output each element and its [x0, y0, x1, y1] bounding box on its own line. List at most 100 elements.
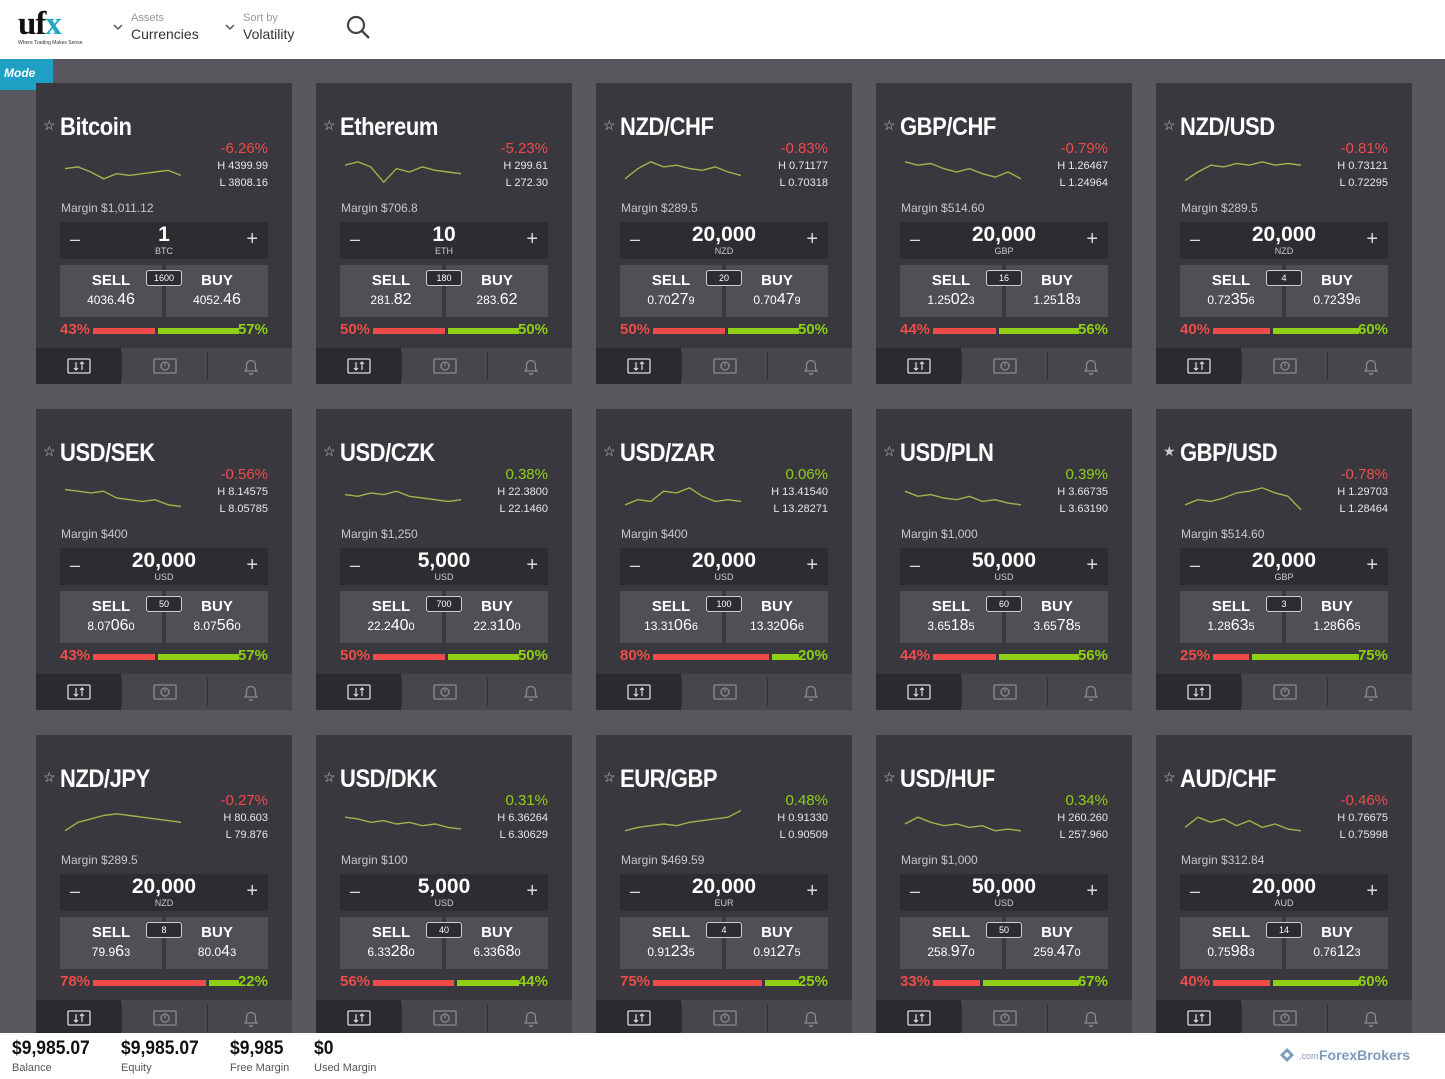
chart-history-tab[interactable] — [122, 1000, 207, 1036]
alert-bell-tab[interactable] — [1328, 348, 1413, 384]
trade-amount[interactable]: 20,000 — [1180, 875, 1388, 899]
trade-arrows-tab[interactable] — [876, 674, 961, 710]
favorite-star-icon[interactable]: ★ — [1163, 443, 1176, 460]
chart-history-tab[interactable] — [682, 348, 767, 384]
favorite-star-icon[interactable]: ☆ — [43, 117, 56, 134]
trade-arrows-tab[interactable] — [316, 674, 401, 710]
increase-quantity-button[interactable]: + — [526, 880, 538, 903]
trade-arrows-tab[interactable] — [316, 348, 401, 384]
increase-quantity-button[interactable]: + — [246, 554, 258, 577]
trade-arrows-tab[interactable] — [876, 348, 961, 384]
favorite-star-icon[interactable]: ☆ — [323, 769, 336, 786]
trade-amount[interactable]: 1 — [60, 223, 268, 247]
favorite-star-icon[interactable]: ☆ — [883, 769, 896, 786]
chart-history-tab[interactable] — [682, 1000, 767, 1036]
trade-arrows-tab[interactable] — [36, 348, 121, 384]
alert-bell-tab[interactable] — [208, 348, 293, 384]
chart-history-tab[interactable] — [122, 348, 207, 384]
favorite-star-icon[interactable]: ☆ — [883, 117, 896, 134]
trade-amount[interactable]: 20,000 — [620, 549, 828, 573]
trade-amount[interactable]: 20,000 — [1180, 549, 1388, 573]
buy-price-main: 0.76 — [1313, 945, 1337, 959]
increase-quantity-button[interactable]: + — [246, 880, 258, 903]
trade-amount[interactable]: 20,000 — [60, 875, 268, 899]
favorite-star-icon[interactable]: ☆ — [1163, 769, 1176, 786]
chart-history-tab[interactable] — [1242, 674, 1327, 710]
increase-quantity-button[interactable]: + — [246, 228, 258, 251]
chart-history-tab[interactable] — [122, 674, 207, 710]
sort-dropdown[interactable]: Sort by Volatility — [225, 12, 315, 44]
trade-arrows-tab[interactable] — [596, 348, 681, 384]
chart-history-tab[interactable] — [402, 348, 487, 384]
favorite-star-icon[interactable]: ☆ — [603, 117, 616, 134]
trade-amount[interactable]: 5,000 — [340, 875, 548, 899]
trade-amount[interactable]: 20,000 — [900, 223, 1108, 247]
favorite-star-icon[interactable]: ☆ — [1163, 117, 1176, 134]
increase-quantity-button[interactable]: + — [1366, 228, 1378, 251]
increase-quantity-button[interactable]: + — [1366, 880, 1378, 903]
card-actions — [316, 348, 572, 384]
trade-amount[interactable]: 50,000 — [900, 549, 1108, 573]
increase-quantity-button[interactable]: + — [806, 880, 818, 903]
favorite-star-icon[interactable]: ☆ — [323, 443, 336, 460]
trade-arrows-tab[interactable] — [36, 674, 121, 710]
alert-bell-tab[interactable] — [1048, 1000, 1133, 1036]
trade-amount[interactable]: 20,000 — [620, 223, 828, 247]
trade-amount[interactable]: 20,000 — [60, 549, 268, 573]
alert-bell-tab[interactable] — [1328, 674, 1413, 710]
trade-arrows-tab[interactable] — [596, 674, 681, 710]
assets-dropdown[interactable]: Assets Currencies — [113, 12, 203, 44]
trade-arrows-tab[interactable] — [1156, 348, 1241, 384]
favorite-star-icon[interactable]: ☆ — [883, 443, 896, 460]
alert-bell-tab[interactable] — [208, 674, 293, 710]
search-icon[interactable] — [345, 14, 371, 40]
trade-amount[interactable]: 20,000 — [1180, 223, 1388, 247]
increase-quantity-button[interactable]: + — [526, 228, 538, 251]
chart-history-tab[interactable] — [962, 348, 1047, 384]
increase-quantity-button[interactable]: + — [1086, 880, 1098, 903]
trade-arrows-tab[interactable] — [316, 1000, 401, 1036]
trade-arrows-tab[interactable] — [876, 1000, 961, 1036]
alert-bell-icon — [243, 359, 258, 375]
alert-bell-tab[interactable] — [768, 348, 853, 384]
trade-amount[interactable]: 5,000 — [340, 549, 548, 573]
increase-quantity-button[interactable]: + — [1086, 554, 1098, 577]
increase-quantity-button[interactable]: + — [806, 228, 818, 251]
trade-arrows-tab[interactable] — [1156, 1000, 1241, 1036]
favorite-star-icon[interactable]: ☆ — [43, 769, 56, 786]
favorite-star-icon[interactable]: ☆ — [603, 769, 616, 786]
alert-bell-tab[interactable] — [768, 674, 853, 710]
sell-sentiment-percent: 56% — [340, 973, 371, 990]
trade-amount[interactable]: 10 — [340, 223, 548, 247]
alert-bell-tab[interactable] — [488, 674, 573, 710]
alert-bell-tab[interactable] — [488, 348, 573, 384]
alert-bell-tab[interactable] — [1048, 674, 1133, 710]
chart-history-tab[interactable] — [962, 674, 1047, 710]
trade-arrows-tab[interactable] — [1156, 674, 1241, 710]
increase-quantity-button[interactable]: + — [526, 554, 538, 577]
increase-quantity-button[interactable]: + — [1366, 554, 1378, 577]
alert-bell-tab[interactable] — [488, 1000, 573, 1036]
favorite-star-icon[interactable]: ☆ — [603, 443, 616, 460]
chart-history-tab[interactable] — [1242, 348, 1327, 384]
favorite-star-icon[interactable]: ☆ — [43, 443, 56, 460]
alert-bell-tab[interactable] — [1048, 348, 1133, 384]
chart-history-tab[interactable] — [402, 1000, 487, 1036]
chart-history-tab[interactable] — [402, 674, 487, 710]
alert-bell-tab[interactable] — [768, 1000, 853, 1036]
alert-bell-tab[interactable] — [208, 1000, 293, 1036]
trade-amount[interactable]: 20,000 — [620, 875, 828, 899]
instrument-card: ☆ NZD/USD -0.81% H 0.73121 L 0.72295 Margin $… — [1156, 83, 1412, 384]
increase-quantity-button[interactable]: + — [806, 554, 818, 577]
buy-price-fraction: 0 — [514, 621, 521, 633]
favorite-star-icon[interactable]: ☆ — [323, 117, 336, 134]
chart-history-tab[interactable] — [962, 1000, 1047, 1036]
ufx-logo[interactable]: ufx Where Trading Makes Sense — [18, 8, 82, 48]
trade-amount[interactable]: 50,000 — [900, 875, 1108, 899]
alert-bell-tab[interactable] — [1328, 1000, 1413, 1036]
trade-arrows-tab[interactable] — [36, 1000, 121, 1036]
chart-history-tab[interactable] — [1242, 1000, 1327, 1036]
increase-quantity-button[interactable]: + — [1086, 228, 1098, 251]
chart-history-tab[interactable] — [682, 674, 767, 710]
trade-arrows-tab[interactable] — [596, 1000, 681, 1036]
